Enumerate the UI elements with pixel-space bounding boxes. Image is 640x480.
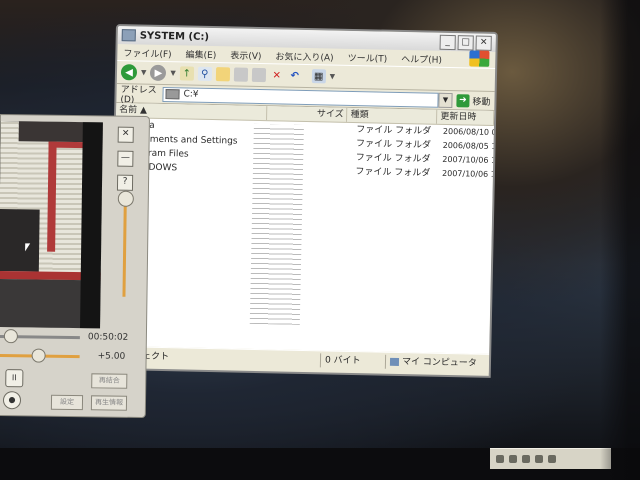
status-size: 0 バイト	[320, 353, 387, 369]
forward-arrow-icon[interactable]: ▶	[150, 64, 167, 82]
file-date: 2007/10/06 1:55	[441, 168, 494, 180]
undo-icon[interactable]: ↶	[288, 69, 302, 83]
column-size[interactable]: サイズ	[267, 106, 348, 122]
column-type[interactable]: 種類	[347, 107, 438, 124]
address-value: C:¥	[183, 89, 199, 100]
playback-info-button[interactable]: 再生情報	[90, 395, 128, 411]
back-dropdown-icon[interactable]: ▼	[141, 69, 147, 77]
delete-icon[interactable]: ✕	[270, 68, 284, 82]
my-computer-icon	[389, 357, 400, 366]
views-dropdown-icon[interactable]: ▼	[330, 72, 336, 80]
status-location-label: マイ コンピュータ	[401, 357, 477, 369]
minimize-button[interactable]: —	[117, 150, 134, 167]
back-arrow-icon[interactable]: ◀	[120, 64, 138, 81]
tray-app-icon[interactable]	[548, 455, 556, 463]
up-folder-icon[interactable]: ↑	[179, 66, 194, 81]
menu-help[interactable]: ヘルプ(H)	[401, 51, 442, 65]
volume-slider-thumb[interactable]	[117, 190, 134, 207]
drive-icon	[165, 89, 180, 100]
windows-logo-icon	[469, 50, 490, 67]
screen-artifact	[249, 123, 304, 325]
pause-button[interactable]: II	[5, 369, 24, 388]
minimize-button[interactable]: _	[439, 34, 456, 51]
folders-icon[interactable]	[215, 67, 230, 82]
taskbar-tray	[490, 448, 611, 469]
views-icon[interactable]: ▦	[311, 69, 326, 84]
go-arrow-icon: ➜	[456, 93, 470, 107]
status-location: マイ コンピュータ	[386, 355, 485, 371]
seek-slider-thumb[interactable]	[3, 329, 18, 344]
rejoin-button[interactable]: 再結合	[91, 373, 128, 389]
tray-volume-icon[interactable]	[509, 455, 517, 463]
tray-app-icon[interactable]	[522, 455, 530, 463]
offset-slider-thumb[interactable]	[31, 348, 46, 363]
menu-favorites[interactable]: お気に入り(A)	[275, 49, 333, 63]
file-date: 2006/08/05 18:4	[442, 140, 494, 152]
menu-file[interactable]: ファイル(F)	[123, 46, 171, 60]
go-label: 移動	[472, 96, 491, 108]
window-title: SYSTEM (C:)	[139, 30, 210, 43]
mouse-cursor-icon	[25, 243, 31, 252]
file-type: ファイル フォルダ	[355, 167, 431, 179]
file-date: 2006/08/10 0:22	[442, 126, 494, 138]
media-player-window: ✕ — ? 00:50:02 +5.00 II ● 再結合 設定 再生情報	[0, 114, 150, 419]
maximize-button[interactable]: □	[457, 35, 474, 51]
move-to-icon[interactable]	[233, 67, 248, 82]
explorer-window: SYSTEM (C:) _ □ ✕ ファイル(F) 編集(E) 表示(V) お気…	[108, 24, 498, 378]
folder-icon	[121, 29, 136, 42]
address-dropdown-icon[interactable]: ▼	[438, 92, 453, 108]
close-button[interactable]: ✕	[117, 126, 134, 143]
menu-view[interactable]: 表示(V)	[230, 48, 261, 62]
tray-app-icon[interactable]	[535, 455, 543, 463]
offset-value: +5.00	[97, 351, 126, 362]
help-button[interactable]: ?	[116, 174, 134, 191]
volume-slider-track[interactable]	[122, 196, 127, 297]
video-frame	[0, 121, 103, 329]
settings-button[interactable]: 設定	[50, 394, 84, 411]
menu-edit[interactable]: 編集(E)	[185, 47, 216, 61]
address-label: アドレス(D)	[120, 84, 157, 105]
playback-time: 00:50:02	[87, 332, 129, 343]
forward-dropdown-icon[interactable]: ▼	[170, 69, 176, 77]
copy-to-icon[interactable]	[251, 67, 266, 83]
menu-tools[interactable]: ツール(T)	[348, 50, 388, 64]
file-date: 2007/10/06 1:32	[442, 154, 494, 166]
tray-network-icon[interactable]	[496, 455, 504, 463]
monitor-edge-shadow	[600, 0, 640, 480]
close-button[interactable]: ✕	[475, 35, 492, 51]
column-date[interactable]: 更新日時	[437, 109, 495, 125]
record-button[interactable]: ●	[2, 391, 22, 410]
go-button[interactable]: ➜ 移動	[456, 93, 491, 108]
search-icon[interactable]: ⚲	[197, 66, 212, 82]
